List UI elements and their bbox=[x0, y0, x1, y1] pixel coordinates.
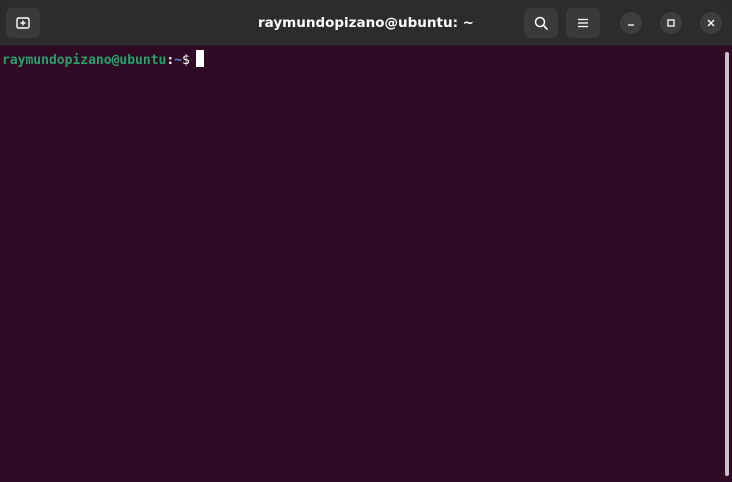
search-icon bbox=[534, 16, 548, 30]
terminal-window: raymundopizano@ubuntu: ~ raymundopizano@… bbox=[0, 0, 732, 482]
menu-button[interactable] bbox=[566, 8, 600, 38]
prompt-user-host: raymundopizano@ubuntu bbox=[2, 53, 167, 68]
maximize-icon bbox=[667, 19, 675, 27]
prompt-line: raymundopizano@ubuntu:~$ bbox=[2, 50, 204, 71]
scrollbar[interactable] bbox=[725, 52, 729, 476]
terminal-content[interactable]: raymundopizano@ubuntu:~$ bbox=[0, 46, 732, 482]
new-tab-button[interactable] bbox=[6, 8, 40, 38]
prompt-path: ~ bbox=[174, 53, 183, 68]
close-button[interactable] bbox=[700, 12, 722, 34]
hamburger-menu-icon bbox=[578, 18, 588, 28]
title-bar[interactable]: raymundopizano@ubuntu: ~ bbox=[0, 0, 732, 46]
minimize-button[interactable] bbox=[620, 12, 642, 34]
new-tab-icon bbox=[16, 17, 30, 29]
text-cursor bbox=[195, 50, 204, 67]
prompt-symbol: $ bbox=[182, 53, 190, 68]
minimize-icon bbox=[628, 24, 634, 26]
maximize-button[interactable] bbox=[660, 12, 682, 34]
close-icon bbox=[707, 19, 715, 27]
search-button[interactable] bbox=[524, 8, 558, 38]
